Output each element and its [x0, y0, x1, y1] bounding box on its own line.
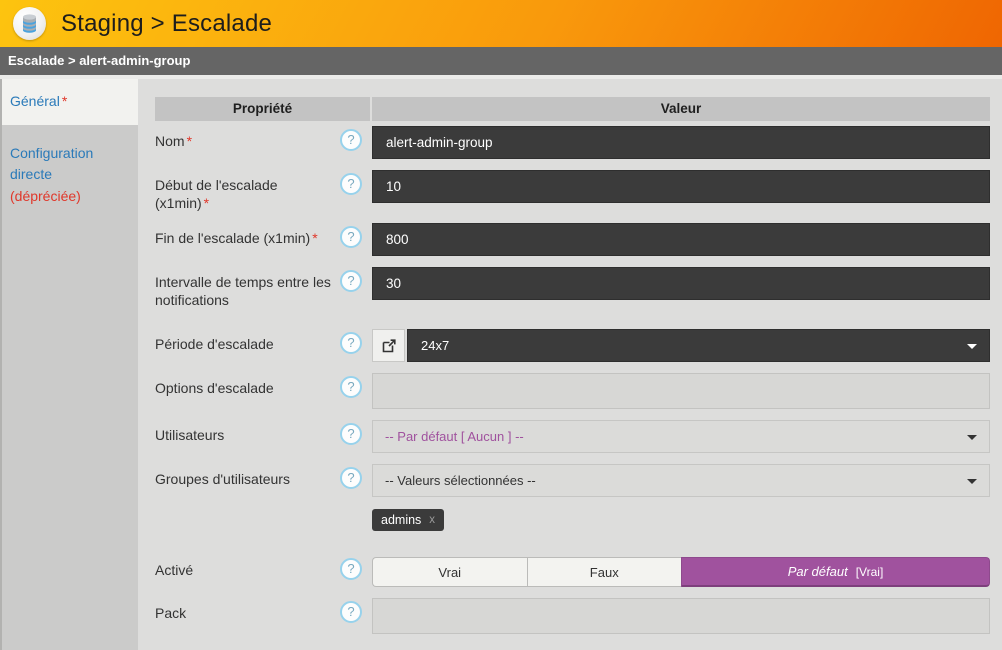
form-row-active: Activé ? Vrai Faux Par défaut [Vrai] [155, 555, 990, 587]
help-icon[interactable]: ? [340, 129, 362, 151]
form-row-utilisateurs: Utilisateurs ? -- Par défaut [ Aucun ] -… [155, 420, 990, 453]
sidebar: Général* Configuration directe (déprécié… [0, 79, 138, 650]
field-label: Période d'escalade [155, 329, 340, 353]
help-icon[interactable]: ? [340, 558, 362, 580]
table-header: Propriété Valeur [155, 97, 990, 121]
field-label: Options d'escalade [155, 373, 340, 397]
help-icon[interactable]: ? [340, 376, 362, 398]
form-row-groupes: Groupes d'utilisateurs ? -- Valeurs séle… [155, 464, 990, 531]
fin-escalade-input[interactable] [372, 223, 990, 256]
chevron-down-icon [967, 479, 977, 484]
form-row-options: Options d'escalade ? [155, 373, 990, 409]
field-label: Nom* [155, 126, 340, 150]
required-marker: * [312, 230, 317, 246]
faux-button[interactable]: Faux [527, 557, 682, 587]
breadcrumb: Escalade > alert-admin-group [0, 47, 1002, 75]
required-marker: * [204, 195, 209, 211]
field-label: Activé [155, 555, 340, 579]
help-icon[interactable]: ? [340, 226, 362, 248]
database-icon [13, 7, 46, 40]
required-marker: * [187, 133, 192, 149]
field-label: Groupes d'utilisateurs [155, 464, 340, 488]
form-row-pack: Pack ? [155, 598, 990, 634]
field-label: Pack [155, 598, 340, 622]
par-defaut-button[interactable]: Par défaut [Vrai] [681, 557, 990, 587]
debut-escalade-input[interactable] [372, 170, 990, 203]
form-panel: Propriété Valeur Nom* ? Début de l'escal… [138, 79, 1002, 650]
external-link-button[interactable] [372, 329, 405, 362]
app-header: Staging > Escalade [0, 0, 1002, 47]
help-icon[interactable]: ? [340, 270, 362, 292]
deprecated-note: (dépréciée) [10, 186, 130, 208]
help-icon[interactable]: ? [340, 332, 362, 354]
field-label: Fin de l'escalade (x1min)* [155, 223, 340, 247]
help-icon[interactable]: ? [340, 423, 362, 445]
sidebar-item-configuration-directe[interactable]: Configuration directe (dépréciée) [2, 131, 138, 220]
options-escalade-input [372, 373, 990, 409]
field-label: Utilisateurs [155, 420, 340, 444]
page-title: Staging > Escalade [61, 10, 272, 38]
active-toggle-group: Vrai Faux Par défaut [Vrai] [372, 557, 990, 587]
form-row-periode: Période d'escalade ? 24x7 [155, 329, 990, 362]
external-link-icon [382, 339, 396, 353]
form-row-intervalle: Intervalle de temps entre les notificati… [155, 267, 990, 309]
help-icon[interactable]: ? [340, 601, 362, 623]
required-marker: * [62, 93, 67, 109]
column-header-value: Valeur [372, 97, 990, 121]
pack-input [372, 598, 990, 634]
app-window: Staging > Escalade Escalade > alert-admi… [0, 0, 1002, 650]
intervalle-input[interactable] [372, 267, 990, 300]
help-icon[interactable]: ? [340, 173, 362, 195]
field-label: Intervalle de temps entre les notificati… [155, 267, 340, 309]
form-row-fin-escalade: Fin de l'escalade (x1min)* ? [155, 223, 990, 256]
field-label: Début de l'escalade (x1min)* [155, 170, 340, 212]
selected-tag-admins: admins x [372, 509, 444, 531]
chevron-down-icon [967, 344, 977, 349]
remove-tag-icon[interactable]: x [429, 514, 435, 526]
chevron-down-icon [967, 435, 977, 440]
utilisateurs-select[interactable]: -- Par défaut [ Aucun ] -- [372, 420, 990, 453]
sidebar-item-general[interactable]: Général* [2, 79, 138, 125]
form-row-debut-escalade: Début de l'escalade (x1min)* ? [155, 170, 990, 212]
help-icon[interactable]: ? [340, 467, 362, 489]
form-row-nom: Nom* ? [155, 126, 990, 159]
column-header-property: Propriété [155, 97, 370, 121]
vrai-button[interactable]: Vrai [372, 557, 527, 587]
groupes-select[interactable]: -- Valeurs sélectionnées -- [372, 464, 990, 497]
nom-input[interactable] [372, 126, 990, 159]
periode-select[interactable]: 24x7 [407, 329, 990, 362]
